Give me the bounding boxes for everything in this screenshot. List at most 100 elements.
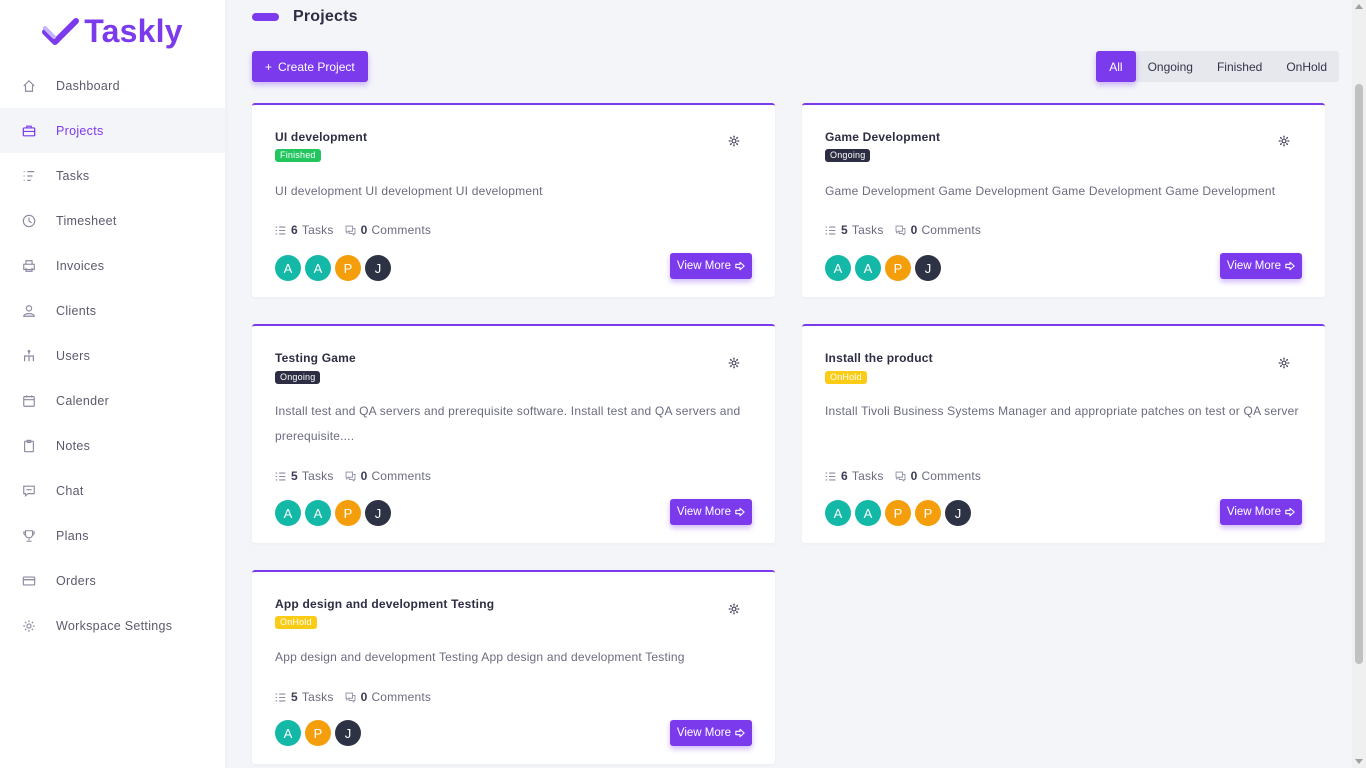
status-filter: All Ongoing Finished OnHold: [1096, 51, 1339, 82]
arrow-right-icon: [735, 728, 745, 738]
chat-icon: [22, 484, 36, 498]
avatar[interactable]: A: [305, 255, 331, 281]
project-title[interactable]: UI development: [275, 130, 367, 144]
avatar[interactable]: J: [335, 720, 361, 746]
user-icon: [22, 304, 36, 318]
filter-ongoing[interactable]: Ongoing: [1136, 51, 1205, 82]
arrow-right-icon: [735, 261, 745, 271]
sidebar-item-notes[interactable]: Notes: [0, 423, 225, 468]
task-count: 5: [291, 690, 298, 704]
gear-icon[interactable]: [728, 356, 740, 369]
filter-finished[interactable]: Finished: [1205, 51, 1274, 82]
gear-icon[interactable]: [728, 134, 740, 147]
sidebar-item-workspace-settings[interactable]: Workspace Settings: [0, 603, 225, 648]
member-avatars: A A P J: [275, 500, 391, 526]
avatar[interactable]: P: [915, 500, 941, 526]
sidebar-item-invoices[interactable]: Invoices: [0, 243, 225, 288]
avatar[interactable]: J: [915, 255, 941, 281]
project-meta: 6 Tasks 0 Comments: [825, 469, 992, 483]
project-meta: 5 Tasks 0 Comments: [825, 223, 992, 237]
comment-count: 0: [910, 223, 918, 237]
tasks-label: Tasks: [851, 223, 884, 237]
project-card: Game Development Ongoing Game Developmen…: [802, 103, 1325, 297]
status-badge: OnHold: [825, 371, 867, 384]
avatar[interactable]: A: [855, 255, 881, 281]
scroll-down-icon[interactable]: [1355, 759, 1363, 764]
view-more-label: View More: [676, 506, 731, 518]
view-more-label: View More: [1226, 506, 1281, 518]
filter-onhold[interactable]: OnHold: [1274, 51, 1339, 82]
project-card: Install the product OnHold Install Tivol…: [802, 324, 1325, 543]
sidebar-item-label: Invoices: [56, 258, 105, 273]
sidebar-item-dashboard[interactable]: Dashboard: [0, 63, 225, 108]
vertical-scrollbar[interactable]: [1352, 0, 1366, 768]
arrow-right-icon: [1285, 261, 1295, 271]
view-more-button[interactable]: View More: [1219, 253, 1302, 279]
project-card: UI development Finished UI development U…: [252, 103, 775, 297]
status-badge: Ongoing: [825, 149, 871, 162]
sidebar-item-users[interactable]: Users: [0, 333, 225, 378]
avatar[interactable]: A: [275, 500, 301, 526]
avatar[interactable]: P: [885, 255, 911, 281]
view-more-button[interactable]: View More: [1219, 499, 1302, 525]
scroll-thumb[interactable]: [1355, 84, 1363, 664]
create-project-button[interactable]: + Create Project: [252, 51, 368, 82]
tasks-label: Tasks: [301, 469, 334, 483]
avatar[interactable]: A: [275, 720, 301, 746]
project-meta: 5 Tasks 0 Comments: [275, 469, 442, 483]
sitemap-icon: [22, 349, 36, 363]
printer-icon: [22, 259, 36, 273]
project-title[interactable]: App design and development Testing: [275, 597, 494, 611]
view-more-button[interactable]: View More: [669, 253, 752, 279]
tasks-label: Tasks: [851, 469, 884, 483]
calendar-icon: [22, 394, 36, 408]
comments-icon: [345, 692, 355, 703]
sidebar-item-clients[interactable]: Clients: [0, 288, 225, 333]
project-meta: 5 Tasks 0 Comments: [275, 690, 442, 704]
avatar[interactable]: A: [825, 500, 851, 526]
scroll-up-icon[interactable]: [1355, 4, 1363, 9]
sidebar-item-orders[interactable]: Orders: [0, 558, 225, 603]
comments-icon: [895, 471, 905, 482]
sidebar-item-label: Notes: [56, 438, 91, 453]
gear-icon[interactable]: [1278, 356, 1290, 369]
sidebar-item-calender[interactable]: Calender: [0, 378, 225, 423]
avatar[interactable]: P: [335, 255, 361, 281]
gear-icon[interactable]: [728, 602, 740, 615]
avatar[interactable]: P: [335, 500, 361, 526]
sidebar-item-tasks[interactable]: Tasks: [0, 153, 225, 198]
sidebar-item-timesheet[interactable]: Timesheet: [0, 198, 225, 243]
brand-logo[interactable]: Taskly: [0, 0, 225, 63]
briefcase-icon: [22, 124, 36, 138]
avatar[interactable]: J: [365, 255, 391, 281]
sidebar-item-plans[interactable]: Plans: [0, 513, 225, 558]
avatar[interactable]: P: [305, 720, 331, 746]
filter-all[interactable]: All: [1096, 51, 1136, 82]
sidebar-item-chat[interactable]: Chat: [0, 468, 225, 513]
project-title[interactable]: Testing Game: [275, 351, 356, 365]
sidebar-item-projects[interactable]: Projects: [0, 108, 225, 153]
project-title[interactable]: Game Development: [825, 130, 940, 144]
home-icon: [22, 79, 36, 93]
project-description: Install test and QA servers and prerequi…: [275, 404, 741, 443]
view-more-button[interactable]: View More: [669, 499, 752, 525]
avatar[interactable]: A: [825, 255, 851, 281]
view-more-label: View More: [676, 727, 731, 739]
list-icon: [825, 226, 836, 234]
avatar[interactable]: A: [275, 255, 301, 281]
list-icon: [275, 226, 286, 234]
gear-icon[interactable]: [1278, 134, 1290, 147]
project-title[interactable]: Install the product: [825, 351, 933, 365]
avatar[interactable]: A: [305, 500, 331, 526]
sidebar-item-label: Tasks: [56, 168, 90, 183]
avatar[interactable]: A: [855, 500, 881, 526]
plus-icon: +: [265, 59, 273, 74]
trophy-icon: [22, 529, 36, 543]
comments-label: Comments: [371, 223, 432, 237]
avatar[interactable]: J: [365, 500, 391, 526]
list-icon: [275, 693, 286, 701]
status-badge: Finished: [275, 149, 321, 162]
view-more-button[interactable]: View More: [669, 720, 752, 746]
avatar[interactable]: J: [945, 500, 971, 526]
avatar[interactable]: P: [885, 500, 911, 526]
